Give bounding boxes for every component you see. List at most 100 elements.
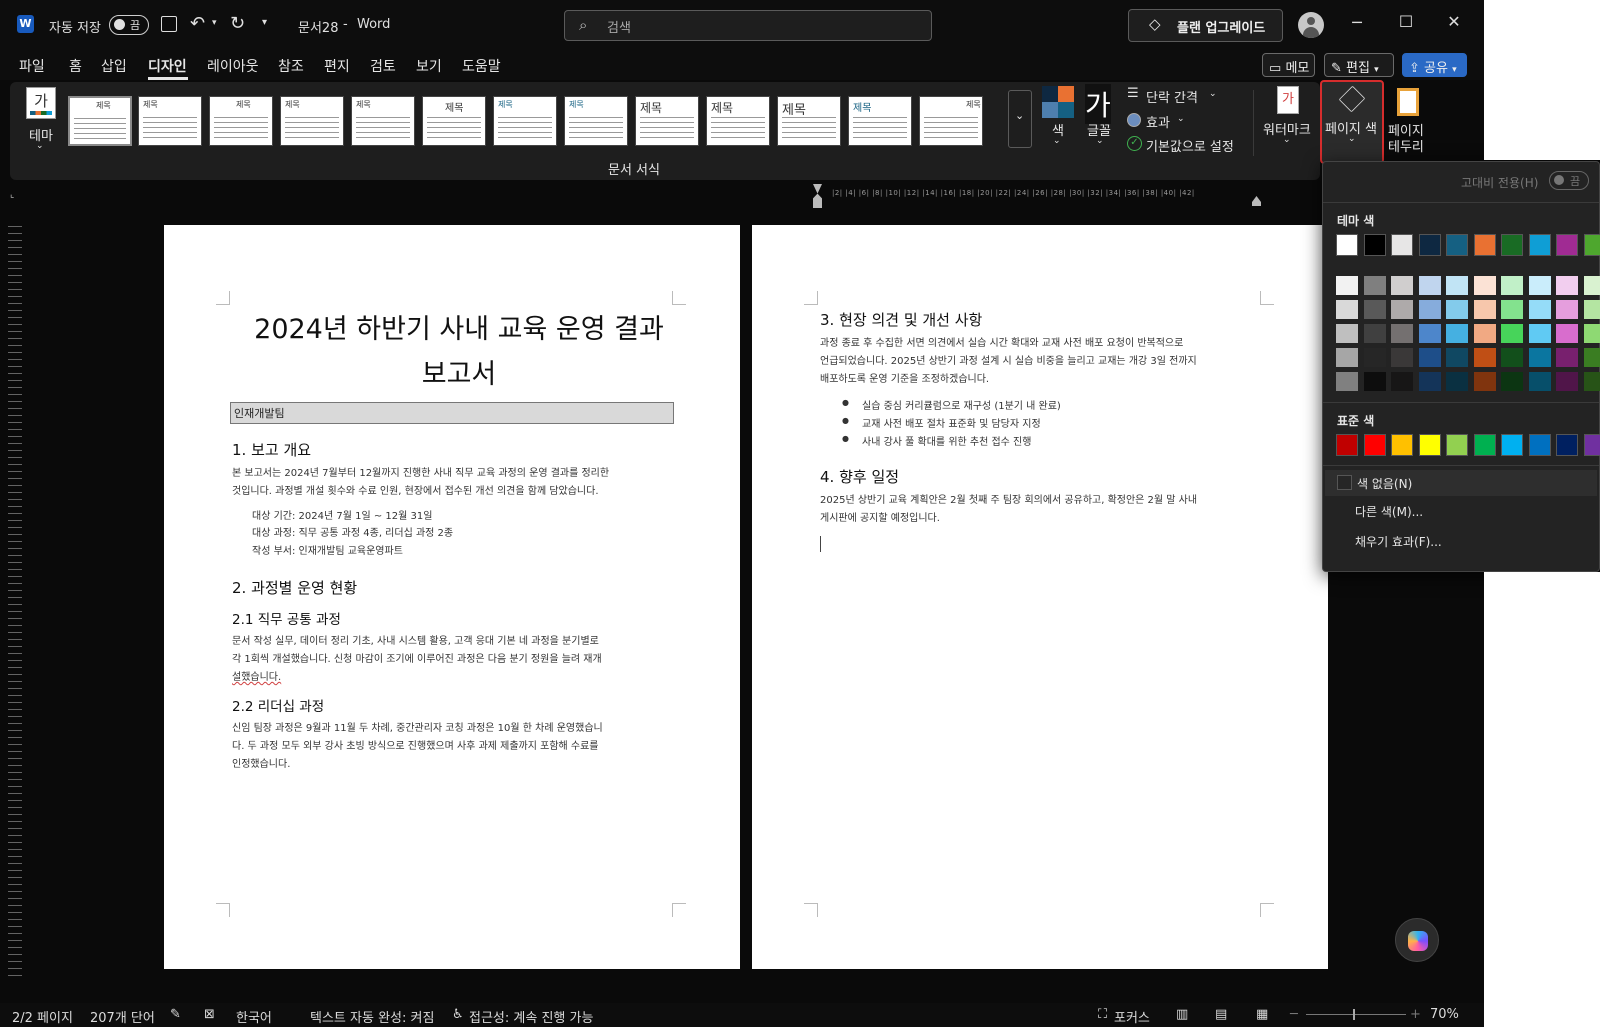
page-count[interactable]: 2/2 페이지 <box>12 1007 73 1026</box>
page-color-button[interactable]: 페이지 색 ⌄ <box>1320 80 1384 164</box>
high-contrast-toggle[interactable]: 끔 <box>1549 171 1589 190</box>
tab-file[interactable]: 파일 <box>19 56 45 76</box>
theme-shade-swatch[interactable] <box>1583 276 1600 295</box>
theme-shade-swatch[interactable] <box>1501 372 1523 391</box>
standard-color-swatch[interactable] <box>1446 434 1468 456</box>
memo-button[interactable]: ▭ 메모 <box>1262 53 1315 77</box>
style-thumbnail[interactable]: 제목 <box>919 96 983 146</box>
tab-review[interactable]: 검토 <box>370 56 396 76</box>
theme-shade-swatch[interactable] <box>1418 348 1441 367</box>
fill-effects-item[interactable]: 채우기 효과(F)... <box>1355 533 1442 550</box>
theme-shade-swatch[interactable] <box>1391 300 1413 319</box>
proofing-icon[interactable]: ✎ <box>170 1007 181 1022</box>
theme-shade-swatch[interactable] <box>1446 300 1468 319</box>
theme-shade-swatch[interactable] <box>1473 348 1496 367</box>
autosave-toggle[interactable]: 끔 <box>109 15 149 35</box>
zoom-out-icon[interactable]: ─ <box>1290 1007 1298 1022</box>
theme-shade-swatch[interactable] <box>1363 348 1386 367</box>
tab-mailings[interactable]: 편지 <box>324 56 350 76</box>
theme-shade-swatch[interactable] <box>1501 348 1523 367</box>
style-thumbnail[interactable]: 제목 <box>706 96 770 146</box>
theme-color-swatch[interactable] <box>1556 234 1578 256</box>
document-page-2[interactable]: 3. 현장 의견 및 개선 사항 과정 종료 후 수집한 서면 의견에서 실습 … <box>752 225 1328 969</box>
theme-shade-swatch[interactable] <box>1363 324 1386 343</box>
theme-button[interactable]: 가 테마 ⌄ <box>22 87 60 157</box>
customize-toolbar-icon[interactable]: ▾ <box>262 17 267 28</box>
style-thumbnail[interactable]: 제목 <box>564 96 628 146</box>
standard-color-swatch[interactable] <box>1336 434 1358 456</box>
style-thumbnail[interactable]: 제목 <box>209 96 273 146</box>
theme-color-swatch[interactable] <box>1501 234 1523 256</box>
zoom-slider[interactable] <box>1306 1009 1406 1020</box>
theme-shade-swatch[interactable] <box>1446 372 1468 391</box>
style-thumbnail[interactable]: 제목 <box>68 96 132 146</box>
theme-shade-swatch[interactable] <box>1556 276 1578 295</box>
theme-shade-swatch[interactable] <box>1391 324 1413 343</box>
horizontal-ruler[interactable]: |2| |4| |6| |8| |10| |12| |14| |16| |18|… <box>748 186 1268 200</box>
copilot-button[interactable] <box>1395 918 1439 962</box>
theme-shade-swatch[interactable] <box>1473 324 1496 343</box>
gallery-more-button[interactable]: ⌄ <box>1008 90 1032 148</box>
theme-shade-swatch[interactable] <box>1418 300 1441 319</box>
theme-shade-swatch[interactable] <box>1528 276 1551 295</box>
tab-layout[interactable]: 레이아웃 <box>207 56 259 76</box>
user-avatar[interactable] <box>1298 12 1324 38</box>
style-thumbnail[interactable]: 제목 <box>138 96 202 146</box>
standard-color-swatch[interactable] <box>1473 434 1496 456</box>
theme-color-swatch[interactable] <box>1528 234 1551 256</box>
tab-design[interactable]: 디자인 <box>148 56 187 76</box>
search-box[interactable]: ⌕ 검색 <box>564 10 932 41</box>
accessibility-check-icon[interactable]: ⊠ <box>204 1007 215 1022</box>
web-layout-icon[interactable]: ▦ <box>1256 1007 1268 1022</box>
theme-shade-swatch[interactable] <box>1528 300 1551 319</box>
print-layout-icon[interactable]: ▤ <box>1215 1007 1227 1022</box>
theme-color-swatch[interactable] <box>1583 234 1600 256</box>
minimize-icon[interactable]: ─ <box>1342 13 1372 32</box>
style-thumbnail[interactable]: 제목 <box>422 96 486 146</box>
theme-shade-swatch[interactable] <box>1556 324 1578 343</box>
theme-shade-swatch[interactable] <box>1391 348 1413 367</box>
close-icon[interactable]: ✕ <box>1439 12 1469 31</box>
theme-shade-swatch[interactable] <box>1336 372 1358 391</box>
theme-shade-swatch[interactable] <box>1363 300 1386 319</box>
theme-shade-swatch[interactable] <box>1391 276 1413 295</box>
ruler-corner-icon[interactable]: ⌞ <box>10 190 14 200</box>
theme-shade-swatch[interactable] <box>1336 348 1358 367</box>
theme-shade-swatch[interactable] <box>1418 372 1441 391</box>
theme-shade-swatch[interactable] <box>1418 324 1441 343</box>
language[interactable]: 한국어 <box>236 1007 272 1026</box>
vertical-ruler[interactable] <box>8 220 22 980</box>
share-button[interactable]: ⇪ 공유 ▾ <box>1402 53 1467 77</box>
save-icon[interactable] <box>161 16 177 32</box>
standard-color-swatch[interactable] <box>1583 434 1600 456</box>
zoom-level[interactable]: 70% <box>1430 1007 1459 1022</box>
theme-shade-swatch[interactable] <box>1501 300 1523 319</box>
style-thumbnail[interactable]: 제목 <box>280 96 344 146</box>
standard-color-swatch[interactable] <box>1363 434 1386 456</box>
theme-shade-swatch[interactable] <box>1336 276 1358 295</box>
theme-shade-swatch[interactable] <box>1336 324 1358 343</box>
theme-shade-swatch[interactable] <box>1556 300 1578 319</box>
theme-shade-swatch[interactable] <box>1528 324 1551 343</box>
theme-shade-swatch[interactable] <box>1418 276 1441 295</box>
theme-color-swatch[interactable] <box>1391 234 1413 256</box>
theme-shade-swatch[interactable] <box>1473 276 1496 295</box>
tab-help[interactable]: 도움말 <box>462 56 501 76</box>
fonts-button[interactable]: 가 글꼴 ⌄ <box>1082 84 1118 156</box>
style-thumbnail[interactable]: 제목 <box>848 96 912 146</box>
theme-shade-swatch[interactable] <box>1363 276 1386 295</box>
theme-shade-swatch[interactable] <box>1336 300 1358 319</box>
more-colors-item[interactable]: 다른 색(M)... <box>1355 503 1423 520</box>
theme-shade-swatch[interactable] <box>1583 324 1600 343</box>
undo-dropdown-icon[interactable]: ▾ <box>212 18 217 28</box>
edit-mode-button[interactable]: ✎ 편집 ▾ <box>1324 53 1394 77</box>
theme-shade-swatch[interactable] <box>1583 372 1600 391</box>
theme-color-swatch[interactable] <box>1363 234 1386 256</box>
theme-shade-swatch[interactable] <box>1528 372 1551 391</box>
theme-shade-swatch[interactable] <box>1583 348 1600 367</box>
theme-shade-swatch[interactable] <box>1363 372 1386 391</box>
undo-icon[interactable]: ↶ <box>190 13 205 34</box>
page-borders-button[interactable]: 페이지 테두리 <box>1388 84 1432 160</box>
theme-shade-swatch[interactable] <box>1446 324 1468 343</box>
theme-shade-swatch[interactable] <box>1391 372 1413 391</box>
